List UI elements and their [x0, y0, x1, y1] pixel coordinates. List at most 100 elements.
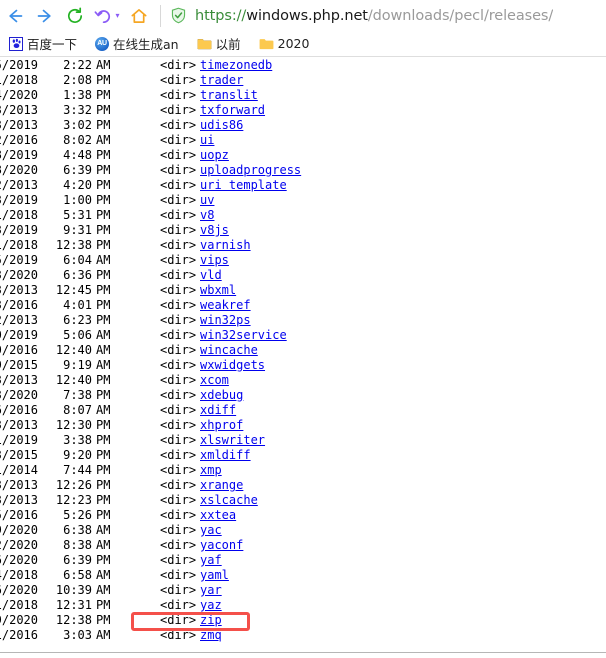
directory-link[interactable]: zip — [200, 613, 222, 628]
directory-link[interactable]: yaf — [200, 553, 222, 568]
directory-link[interactable]: xcom — [200, 373, 229, 388]
directory-link[interactable]: varnish — [200, 238, 251, 253]
table-row: 1/2018 5:31 PM <dir>v8 — [0, 208, 606, 223]
directory-link[interactable]: win32ps — [200, 313, 251, 328]
directory-link[interactable]: yaconf — [200, 538, 243, 553]
row-time: 1:00 — [63, 193, 92, 207]
table-row: 3/2013 12:40 PM <dir>xcom — [0, 373, 606, 388]
directory-link[interactable]: yaz — [200, 598, 222, 613]
table-row: 3/2020 6:36 PM <dir>vld — [0, 268, 606, 283]
directory-link[interactable]: yaml — [200, 568, 229, 583]
shield-check-glyph — [171, 7, 186, 24]
row-ampm: PM — [96, 283, 111, 297]
directory-link[interactable]: vld — [200, 268, 222, 283]
url-host: windows.php.net — [246, 7, 368, 24]
row-date: 1/2018 — [0, 598, 38, 612]
directory-link[interactable]: xdebug — [200, 388, 243, 403]
refresh-button[interactable] — [60, 2, 90, 30]
row-time: 4:20 — [63, 178, 92, 192]
directory-link[interactable]: vips — [200, 253, 229, 268]
directory-link[interactable]: timezonedb — [200, 58, 272, 73]
shield-check-icon[interactable] — [169, 6, 188, 25]
directory-link[interactable]: txforward — [200, 103, 265, 118]
bookmark-folder-previous[interactable]: 以前 — [197, 34, 241, 54]
directory-link[interactable]: trader — [200, 73, 243, 88]
address-bar[interactable]: https://windows.php.net/downloads/pecl/r… — [168, 2, 606, 30]
row-kind: <dir> — [160, 103, 197, 117]
directory-link[interactable]: ui — [200, 133, 214, 148]
table-row: 1/2018 12:38 PM <dir>varnish — [0, 238, 606, 253]
directory-link[interactable]: xmp — [200, 463, 222, 478]
row-time: 5:26 — [63, 508, 92, 522]
row-date: 0/2016 — [0, 343, 38, 357]
row-time: 6:39 — [63, 553, 92, 567]
bookmark-baidu[interactable]: 百度一下 — [9, 34, 77, 54]
bookmark-folder-2020[interactable]: 2020 — [259, 34, 309, 54]
directory-link[interactable]: xrange — [200, 478, 243, 493]
directory-link[interactable]: uploadprogress — [200, 163, 301, 178]
row-date: 3/2013 — [0, 478, 38, 492]
row-kind: <dir> — [160, 343, 197, 357]
toolbar-divider — [160, 4, 161, 27]
home-button[interactable] — [124, 2, 154, 30]
table-row: 3/2013 12:30 PM <dir>xhprof — [0, 418, 606, 433]
directory-link[interactable]: yac — [200, 523, 222, 538]
history-dropdown-button[interactable]: ▾ — [90, 2, 124, 30]
directory-link[interactable]: zmq — [200, 628, 222, 643]
directory-link[interactable]: xslcache — [200, 493, 258, 508]
directory-link[interactable]: xdiff — [200, 403, 236, 418]
row-kind: <dir> — [160, 208, 197, 222]
row-ampm: PM — [96, 238, 111, 252]
row-kind: <dir> — [160, 73, 197, 87]
row-date: 3/2015 — [0, 448, 38, 462]
home-icon — [131, 8, 147, 23]
row-time: 3:02 — [63, 118, 92, 132]
directory-link[interactable]: xmldiff — [200, 448, 251, 463]
back-button[interactable] — [0, 2, 30, 30]
directory-listing: 5/20192:22AM<dir>timezonedb1/20182:08PM<… — [0, 58, 606, 652]
row-time: 8:02 — [63, 133, 92, 147]
directory-link[interactable]: xlswriter — [200, 433, 265, 448]
directory-link[interactable]: wxwidgets — [200, 358, 265, 373]
directory-link[interactable]: weakref — [200, 298, 251, 313]
directory-link[interactable]: uv — [200, 193, 214, 208]
directory-link[interactable]: uri template — [200, 178, 287, 193]
table-row: 0/2019 5:06 AM <dir>win32service — [0, 328, 606, 343]
row-ampm: PM — [96, 613, 111, 627]
table-row: 3/2019 9:31 PM <dir>v8js — [0, 223, 606, 238]
row-kind: <dir> — [160, 238, 197, 252]
directory-link[interactable]: yar — [200, 583, 222, 598]
row-ampm: PM — [96, 553, 111, 567]
row-ampm: AM — [96, 358, 111, 372]
row-kind: <dir> — [160, 133, 197, 147]
row-date: 1/2019 — [0, 433, 38, 447]
folder-icon — [259, 38, 274, 49]
directory-link[interactable]: xhprof — [200, 418, 243, 433]
bookmarks-bar: 百度一下 AU 在线生成an 以前 2020 — [0, 31, 606, 57]
url-text[interactable]: https://windows.php.net/downloads/pecl/r… — [195, 8, 553, 24]
directory-link[interactable]: win32service — [200, 328, 287, 343]
row-ampm: AM — [96, 628, 111, 642]
row-kind: <dir> — [160, 118, 197, 132]
row-date: 4/2018 — [0, 568, 38, 582]
directory-link[interactable]: translit — [200, 88, 258, 103]
directory-link[interactable]: xxtea — [200, 508, 236, 523]
row-date: 9/2020 — [0, 613, 38, 627]
row-date: 1/2018 — [0, 238, 38, 252]
directory-link[interactable]: v8js — [200, 223, 229, 238]
row-kind: <dir> — [160, 298, 197, 312]
directory-link[interactable]: wbxml — [200, 283, 236, 298]
directory-link[interactable]: uopz — [200, 148, 229, 163]
forward-button[interactable] — [30, 2, 60, 30]
row-kind: <dir> — [160, 223, 197, 237]
directory-link[interactable]: wincache — [200, 343, 258, 358]
directory-link[interactable]: v8 — [200, 208, 214, 223]
row-ampm: AM — [96, 583, 111, 597]
table-row: 1/2018 2:08 PM <dir>trader — [0, 73, 606, 88]
directory-link[interactable]: udis86 — [200, 118, 243, 133]
row-kind: <dir> — [160, 178, 197, 192]
row-time: 12:40 — [55, 373, 92, 387]
bookmark-online-generator[interactable]: AU 在线生成an — [95, 34, 179, 54]
row-ampm: PM — [96, 73, 111, 87]
row-time: 3:32 — [63, 103, 92, 117]
